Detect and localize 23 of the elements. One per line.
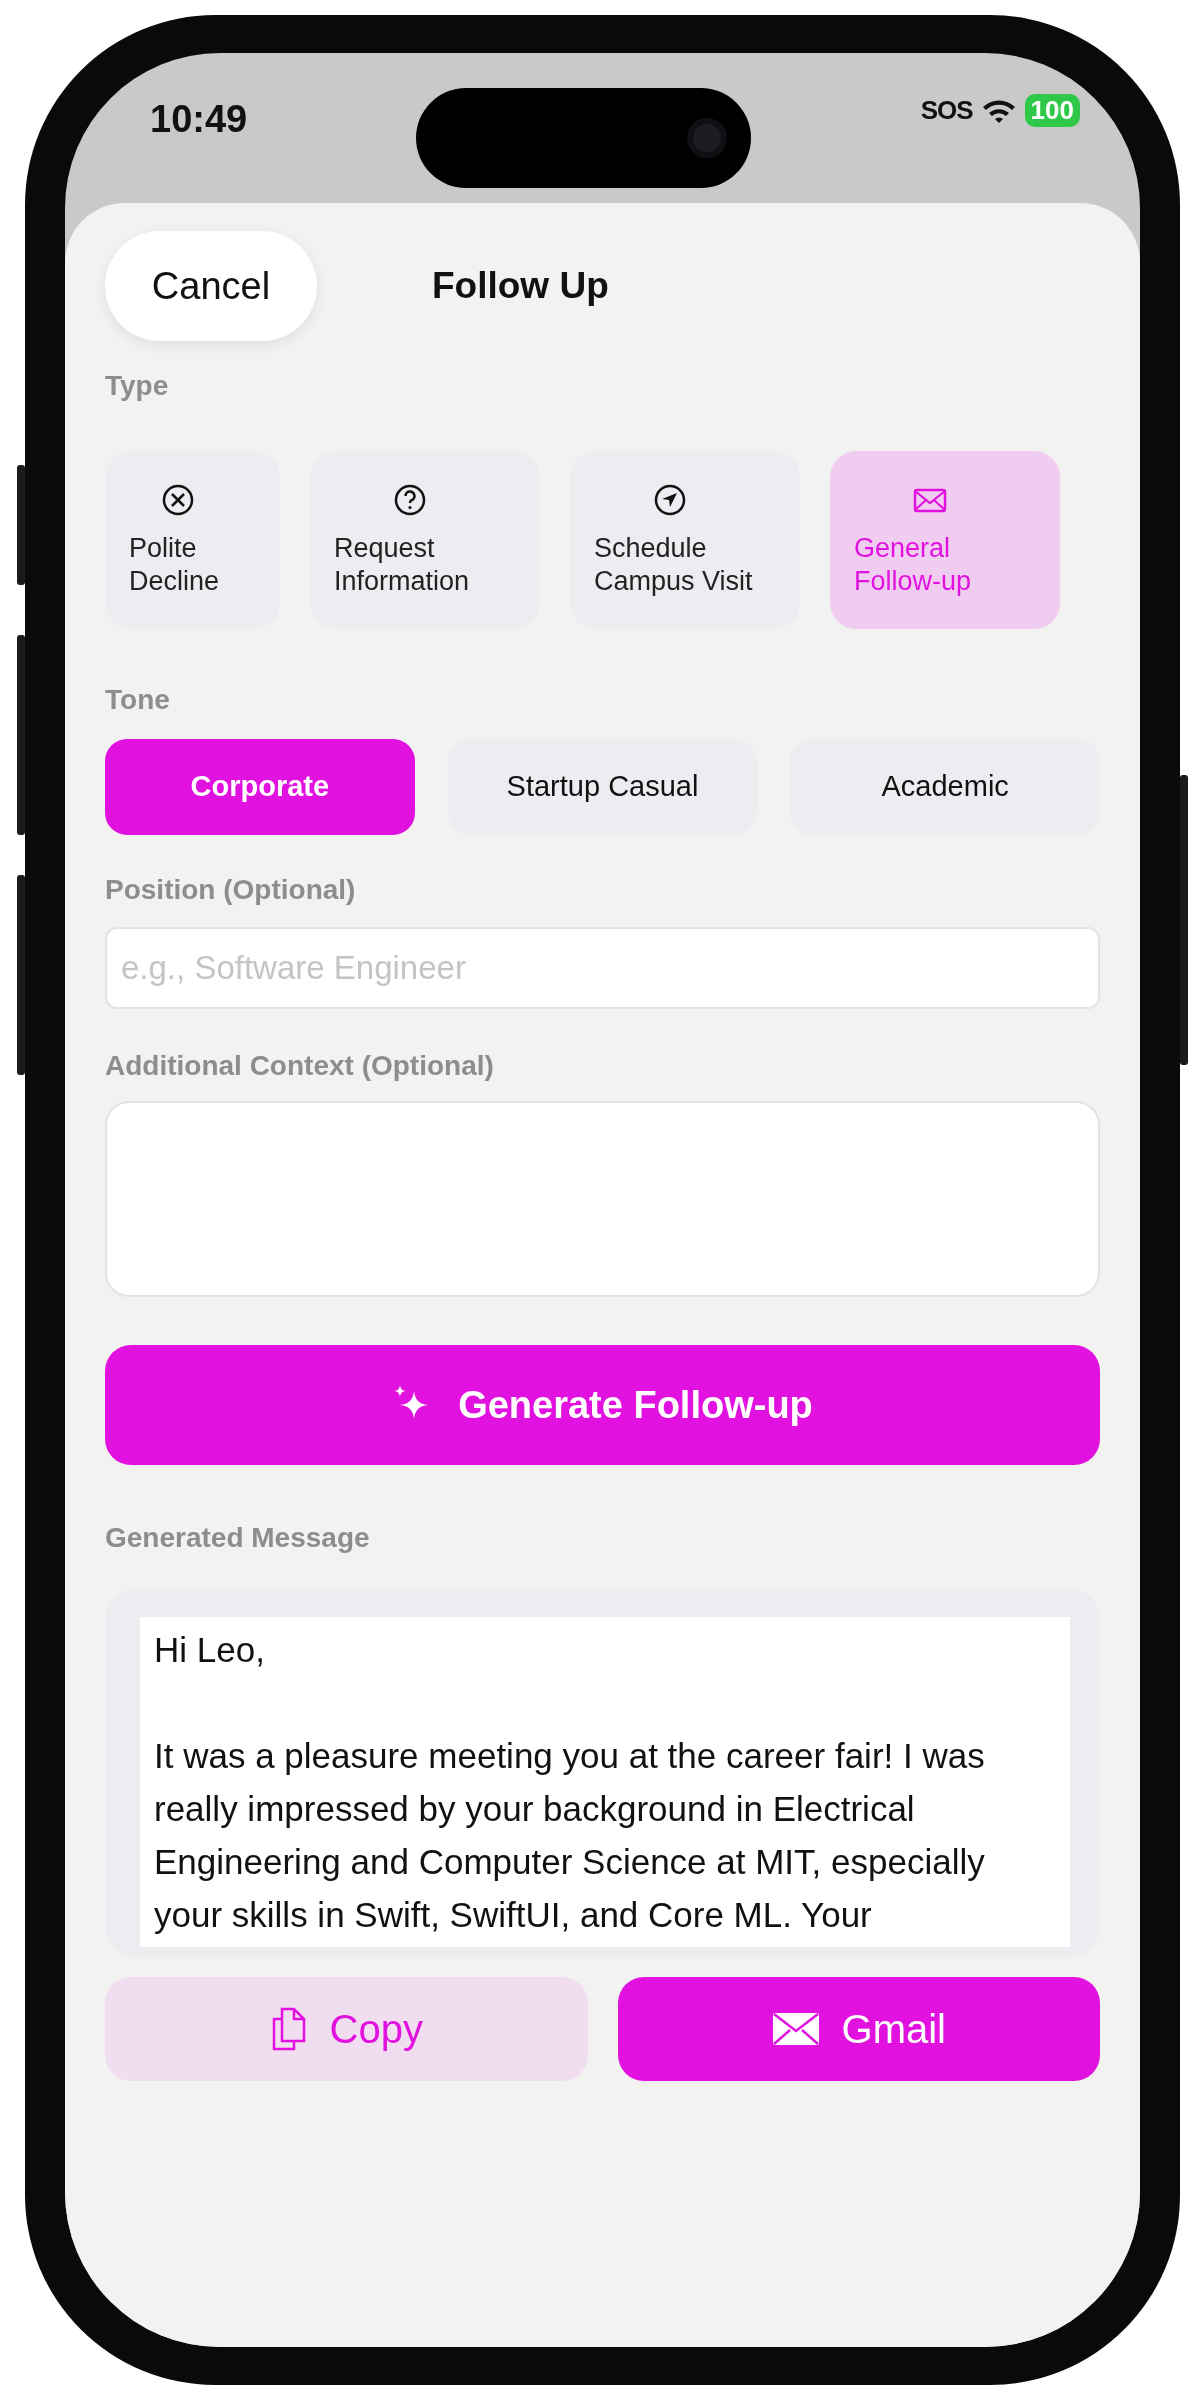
- section-label: Type: [105, 369, 170, 403]
- status-time: 10:49: [150, 97, 248, 142]
- battery-level: 100: [1024, 94, 1080, 127]
- camera-icon: [687, 118, 728, 158]
- tone-option[interactable]: Corporate: [105, 739, 415, 835]
- section-label: Generated Message: [105, 1521, 371, 1555]
- tone-option[interactable]: Academic: [790, 739, 1100, 835]
- cancel-button[interactable]: Cancel: [105, 231, 317, 341]
- type-option[interactable]: Polite Decline: [105, 451, 280, 629]
- type-option[interactable]: Request Information: [310, 451, 540, 629]
- tone-option[interactable]: Startup Casual: [447, 739, 758, 835]
- envelope-icon: [771, 2012, 820, 2046]
- field-label: Additional Context (Optional): [105, 1049, 495, 1083]
- type-option[interactable]: Schedule Campus Visit: [570, 451, 800, 629]
- generate-button[interactable]: Generate Follow-up: [105, 1345, 1100, 1465]
- carrier-label: SOS: [920, 94, 973, 127]
- position-field[interactable]: e.g., Software Engineer: [105, 927, 1100, 1009]
- section-label: Tone: [105, 683, 171, 717]
- field-label: Position (Optional): [105, 873, 357, 907]
- sheet-title: Follow Up: [432, 264, 609, 309]
- context-field[interactable]: [105, 1101, 1100, 1297]
- gmail-button[interactable]: Gmail: [617, 1977, 1100, 2081]
- generated-message: Hi Leo, It was a pleasure meeting you at the career fair! I was really impressed by your background in Electrical Engineering and Computer Science at MIT, especially your skills in Swift, SwiftUI, and Core ML. Your: [140, 1617, 1070, 1947]
